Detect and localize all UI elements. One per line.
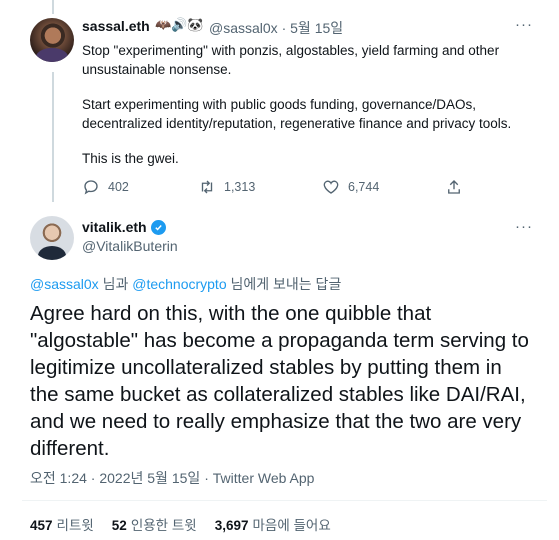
tweet-text-line: This is the gwei.: [82, 151, 179, 166]
more-options-icon[interactable]: ···: [515, 218, 533, 235]
like-button[interactable]: 6,744: [322, 178, 379, 196]
replying-to: @sassal0x 님과 @technocrypto 님에게 보내는 답글: [30, 274, 341, 294]
quote-total: 52: [111, 518, 127, 533]
tweet-client: Twitter Web App: [212, 470, 315, 486]
reply-text: 님에게 보내는 답글: [226, 276, 342, 292]
tweet-text-line: unsustainable nonsense.: [82, 62, 232, 77]
quotes-stat[interactable]: 52 인용한 트윗: [112, 514, 197, 534]
likes-stat[interactable]: 3,697 마음에 들어요: [215, 514, 331, 534]
avatar-sassal[interactable]: [30, 18, 74, 62]
tweet-date[interactable]: 2022년 5월 15일: [99, 470, 200, 486]
separator-dot: ·: [90, 470, 96, 486]
tweet-text-line: Agree hard on this, with the one quibble…: [30, 302, 432, 325]
tweet-main-text: Agree hard on this, with the one quibble…: [30, 300, 550, 462]
separator-dot: ·: [204, 470, 209, 486]
avatar-shirt: [36, 48, 68, 62]
avatar-vitalik[interactable]: [30, 216, 74, 260]
reply-mention-sassal[interactable]: @sassal0x: [30, 276, 99, 292]
author-name[interactable]: sassal.eth: [82, 18, 150, 34]
reply-text: 님과: [98, 276, 133, 292]
retweet-total: 457: [30, 518, 53, 533]
tweet-text-line: decentralized identity/reputation, regen…: [82, 116, 512, 131]
reply-button[interactable]: 402: [82, 178, 129, 196]
tweet-text-line: different.: [30, 437, 110, 460]
tweet-meta: 오전 1:24 · 2022년 5월 15일 · Twitter Web App: [30, 468, 314, 488]
heart-icon: [323, 180, 339, 194]
name-emojis: 🦇🔊🐼: [155, 17, 204, 32]
retweet-count: 1,313: [224, 180, 256, 194]
tweet-text-line: Stop "experimenting" with ponzis, algost…: [82, 43, 500, 58]
tweet-text-line: legitimize uncollateralized stables by p…: [30, 356, 502, 379]
like-total: 3,697: [214, 518, 249, 533]
retweet-label: 리트윗: [56, 518, 94, 533]
retweets-stat[interactable]: 457 리트윗: [30, 514, 94, 534]
thread-line-top: [52, 0, 54, 14]
tweet-text-line: "algostable" has become a propaganda ter…: [30, 329, 529, 352]
engagement-stats: 457 리트윗 52 인용한 트윗 3,697 마음에 들어요: [30, 514, 331, 534]
avatar-shirt: [38, 246, 66, 260]
tweet-text-line: and we need to really emphasize that the…: [30, 410, 522, 433]
quote-label: 인용한 트윗: [130, 518, 197, 533]
like-count: 6,744: [348, 180, 380, 194]
author-handle-line[interactable]: @sassal0x · 5월 15일: [209, 18, 343, 38]
share-icon: [448, 180, 460, 194]
tweet-text-line: Start experimenting with public goods fu…: [82, 97, 476, 112]
separator-dot: ·: [281, 20, 287, 36]
like-label: 마음에 들어요: [252, 518, 331, 533]
more-options-icon[interactable]: ···: [515, 16, 533, 33]
retweet-icon: [201, 180, 213, 194]
reply-mention-technocrypto[interactable]: @technocrypto: [132, 276, 226, 292]
thread-connector: [52, 72, 54, 202]
author-handle: @sassal0x: [209, 20, 278, 36]
retweet-button[interactable]: 1,313: [198, 178, 255, 196]
reply-count: 402: [108, 180, 129, 194]
tweet-time[interactable]: 오전 1:24: [30, 470, 87, 486]
tweet-text-line: the same bucket as collateralized stable…: [30, 383, 526, 406]
divider: [22, 500, 547, 501]
author-name-row[interactable]: vitalik.eth: [82, 219, 166, 235]
reply-icon: [84, 180, 98, 195]
share-button[interactable]: [445, 178, 463, 196]
author-name: vitalik.eth: [82, 219, 147, 235]
verified-badge-icon: [150, 219, 166, 235]
author-handle[interactable]: @VitalikButerin: [82, 238, 178, 254]
tweet-date: 5월 15일: [290, 20, 344, 36]
